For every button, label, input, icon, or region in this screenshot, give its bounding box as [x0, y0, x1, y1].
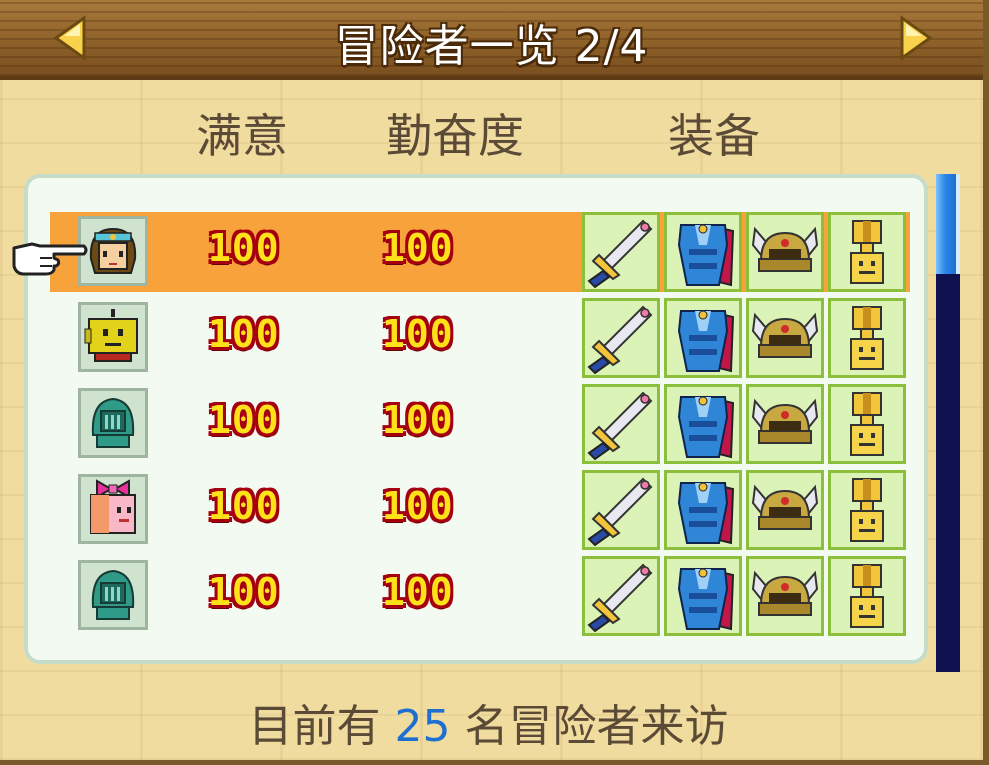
scrollbar[interactable]	[936, 174, 960, 672]
trophy-icon[interactable]	[828, 556, 906, 636]
helmet-icon[interactable]	[746, 556, 824, 636]
footer-prefix: 目前有	[248, 701, 381, 752]
adventurer-row[interactable]: 100 100	[50, 298, 910, 378]
adventurer-row[interactable]: 100 100	[50, 556, 910, 636]
sword-icon[interactable]	[582, 212, 660, 292]
adventurer-list-window: 冒险者一览 2/4 满意 勤奋度 装备 100 100 100 100 100 …	[0, 0, 989, 765]
armor-icon[interactable]	[664, 470, 742, 550]
satisfaction-value: 100	[208, 226, 280, 270]
armor-icon[interactable]	[664, 212, 742, 292]
satisfaction-value: 100	[208, 484, 280, 528]
helmet-icon[interactable]	[746, 298, 824, 378]
satisfaction-value: 100	[208, 398, 280, 442]
yellow-robot-icon	[78, 302, 148, 372]
trophy-icon[interactable]	[828, 212, 906, 292]
adventurer-row[interactable]: 100 100	[50, 212, 910, 292]
pink-bow-cube-icon	[78, 474, 148, 544]
sword-icon[interactable]	[582, 556, 660, 636]
sword-icon[interactable]	[582, 470, 660, 550]
footer-suffix: 名冒险者来访	[464, 701, 729, 752]
triangle-right-icon	[900, 15, 933, 61]
page-title: 冒险者一览 2/4	[334, 21, 649, 72]
satisfaction-value: 100	[208, 570, 280, 614]
title-bar: 冒险者一览 2/4	[0, 0, 983, 80]
trophy-icon[interactable]	[828, 470, 906, 550]
trophy-icon[interactable]	[828, 384, 906, 464]
sword-icon[interactable]	[582, 384, 660, 464]
teal-knight-helmet-icon	[78, 388, 148, 458]
next-page-button[interactable]	[896, 14, 936, 62]
armor-icon[interactable]	[664, 556, 742, 636]
helmet-icon[interactable]	[746, 384, 824, 464]
pointing-hand-icon	[12, 242, 88, 276]
diligence-value: 100	[382, 398, 454, 442]
sword-icon[interactable]	[582, 298, 660, 378]
scroll-thumb[interactable]	[936, 174, 960, 274]
teal-knight-helmet-icon	[78, 560, 148, 630]
trophy-icon[interactable]	[828, 298, 906, 378]
header-equipment: 装备	[668, 109, 760, 163]
diligence-value: 100	[382, 570, 454, 614]
helmet-icon[interactable]	[746, 212, 824, 292]
armor-icon[interactable]	[664, 384, 742, 464]
header-diligence: 勤奋度	[386, 109, 524, 163]
armor-icon[interactable]	[664, 298, 742, 378]
diligence-value: 100	[382, 226, 454, 270]
adventurer-girl-icon	[78, 216, 148, 286]
diligence-value: 100	[382, 312, 454, 356]
adventurer-row[interactable]: 100 100	[50, 384, 910, 464]
diligence-value: 100	[382, 484, 454, 528]
satisfaction-value: 100	[208, 312, 280, 356]
visitor-count: 25	[394, 701, 451, 752]
helmet-icon[interactable]	[746, 470, 824, 550]
adventurer-row[interactable]: 100 100	[50, 470, 910, 550]
visitor-count-text: 目前有 25 名冒险者来访	[0, 690, 977, 754]
header-satisfaction: 满意	[196, 109, 288, 163]
